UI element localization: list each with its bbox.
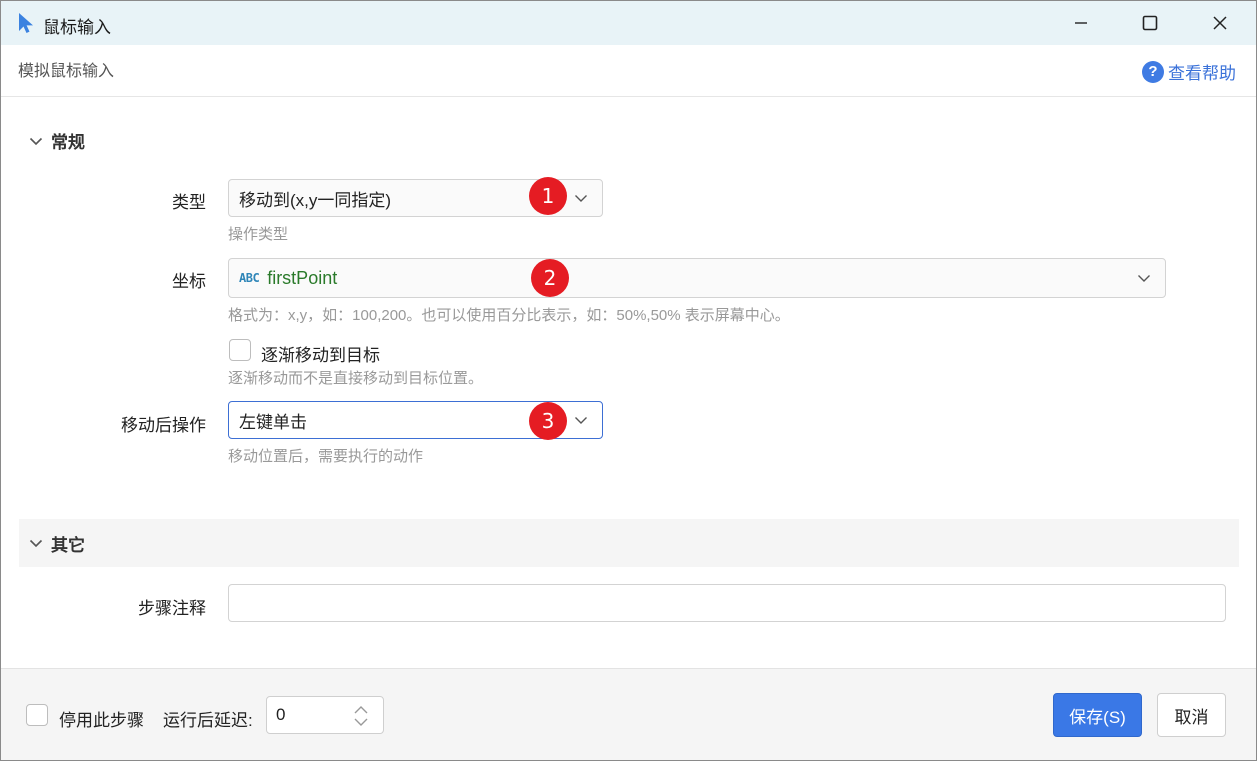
step-note-input[interactable] [228, 584, 1226, 622]
chevron-down-icon [1138, 275, 1150, 282]
gradual-move-label[interactable]: 逐渐移动到目标 [261, 341, 380, 366]
mouse-pointer-icon [19, 13, 33, 33]
dialog-subtitle: 模拟鼠标输入 [18, 63, 115, 80]
dialog-header: 模拟鼠标输入 ? 查看帮助 [1, 45, 1256, 97]
chevron-down-icon [29, 539, 43, 548]
gradual-move-checkbox[interactable] [229, 339, 251, 361]
maximize-button[interactable] [1127, 1, 1173, 45]
cancel-button[interactable]: 取消 [1157, 693, 1226, 737]
minimize-button[interactable] [1058, 1, 1104, 45]
dialog-window: 鼠标输入 模拟鼠标输入 ? 查看帮助 常规 类型 移动到(x,y一同指定) 1 … [0, 0, 1257, 761]
coords-hint: 格式为：x,y，如：100,200。也可以使用百分比表示，如：50%,50% 表… [228, 307, 790, 324]
question-icon: ? [1142, 60, 1164, 83]
section-other-header[interactable]: 其它 [19, 519, 1239, 567]
gradual-move-hint: 逐渐移动而不是直接移动到目标位置。 [228, 370, 484, 387]
after-move-hint: 移动位置后，需要执行的动作 [228, 448, 424, 465]
section-other-title: 其它 [51, 535, 85, 555]
annotation-badge-2: 2 [531, 259, 569, 297]
spinner-arrows-icon[interactable] [353, 705, 369, 727]
help-label: 查看帮助 [1168, 64, 1236, 83]
text-type-icon: ABC [239, 271, 260, 285]
minimize-icon [1075, 22, 1087, 24]
delay-label: 运行后延迟: [163, 711, 253, 730]
delay-spinner[interactable]: 0 [266, 696, 384, 734]
chevron-down-icon [575, 417, 587, 424]
type-value: 移动到(x,y一同指定) [239, 190, 392, 210]
close-icon [1213, 16, 1227, 30]
after-move-value: 左键单击 [239, 412, 307, 432]
section-general-title: 常规 [51, 133, 85, 152]
disable-step-label[interactable]: 停用此步骤 [59, 706, 144, 731]
type-hint: 操作类型 [228, 226, 289, 243]
annotation-badge-3: 3 [529, 402, 567, 440]
close-button[interactable] [1197, 1, 1243, 45]
note-label: 步骤注释 [138, 599, 206, 618]
help-link[interactable]: ? 查看帮助 [1142, 59, 1236, 84]
coords-input[interactable]: ABC firstPoint [228, 258, 1166, 298]
type-label: 类型 [172, 193, 206, 212]
window-title: 鼠标输入 [43, 18, 111, 37]
chevron-down-icon [575, 195, 587, 202]
coords-value: firstPoint [267, 267, 338, 288]
title-bar[interactable]: 鼠标输入 [1, 1, 1256, 45]
section-general-header[interactable]: 常规 [29, 128, 85, 153]
chevron-down-icon [29, 137, 43, 145]
maximize-icon [1142, 15, 1158, 31]
dialog-footer: 停用此步骤 运行后延迟: 0 保存(S) 取消 [1, 668, 1256, 760]
annotation-badge-1: 1 [529, 177, 567, 215]
after-move-label: 移动后操作 [121, 416, 206, 435]
save-button[interactable]: 保存(S) [1053, 693, 1142, 737]
disable-step-checkbox[interactable] [26, 704, 48, 726]
delay-value: 0 [276, 705, 286, 724]
coords-label: 坐标 [172, 272, 206, 291]
